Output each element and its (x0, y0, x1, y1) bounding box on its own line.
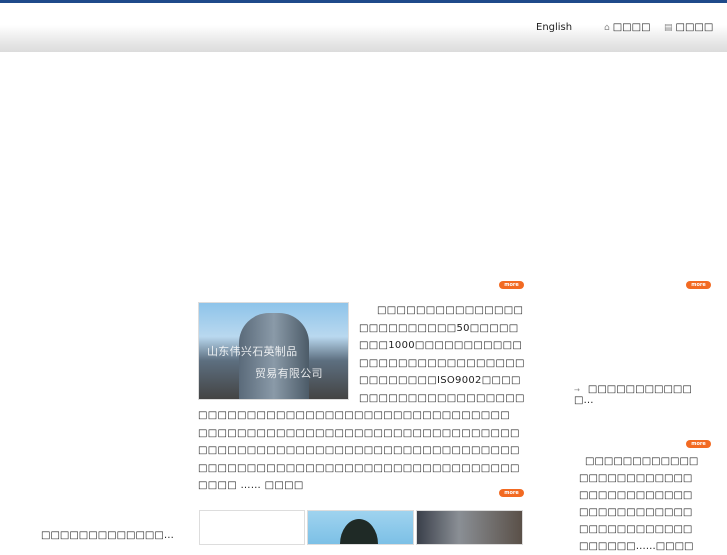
left-news-link[interactable]: □□□□□□□□□□□□□… (41, 530, 181, 541)
image-caption-2: 贸易有限公司 (255, 367, 323, 380)
company-building-image: 山东伟兴石英制品 贸易有限公司 (198, 302, 349, 400)
news-item-title: □□□□□□□□□□□□… (574, 384, 692, 406)
favorite-label: □□□□ (675, 22, 714, 33)
contact-text: □□□□□□□□□□□□□□□□□□□□□□□□□□□□□□□□□□□□□□□□… (579, 456, 699, 552)
contact-read-more-link[interactable]: □□□□ (656, 541, 694, 552)
intro-more-button[interactable]: more (499, 281, 524, 289)
product-thumbnail-1[interactable] (199, 510, 305, 545)
favorite-link[interactable]: ▤ □□□□ (664, 22, 713, 33)
product-thumbnail-3[interactable] (416, 510, 523, 545)
home-link[interactable]: ⌂ □□□□ (604, 22, 651, 33)
english-link[interactable]: English (536, 22, 572, 33)
contact-info: □□□□□□□□□□□□□□□□□□□□□□□□□□□□□□□□□□□□□□□□… (579, 453, 701, 555)
home-icon: ⌂ (604, 23, 610, 33)
intro-ellipsis: …… (240, 480, 262, 491)
news-more-button[interactable]: more (686, 281, 711, 289)
home-label: □□□□ (612, 22, 651, 33)
company-intro: 山东伟兴石英制品 贸易有限公司 □□□□□□□□□□□□□□□□□□□□□□□□… (198, 302, 528, 495)
arrow-icon: → (574, 386, 580, 394)
image-caption: 山东伟兴石英制品 (207, 345, 298, 358)
contact-more-button[interactable]: more (686, 440, 711, 448)
product-thumbnail-2[interactable] (307, 510, 414, 545)
contact-ellipsis: …… (635, 541, 656, 552)
bookmark-icon: ▤ (664, 23, 673, 33)
news-item[interactable]: → □□□□□□□□□□□□… (574, 384, 704, 406)
intro-read-more-link[interactable]: □□□□ (265, 480, 304, 491)
